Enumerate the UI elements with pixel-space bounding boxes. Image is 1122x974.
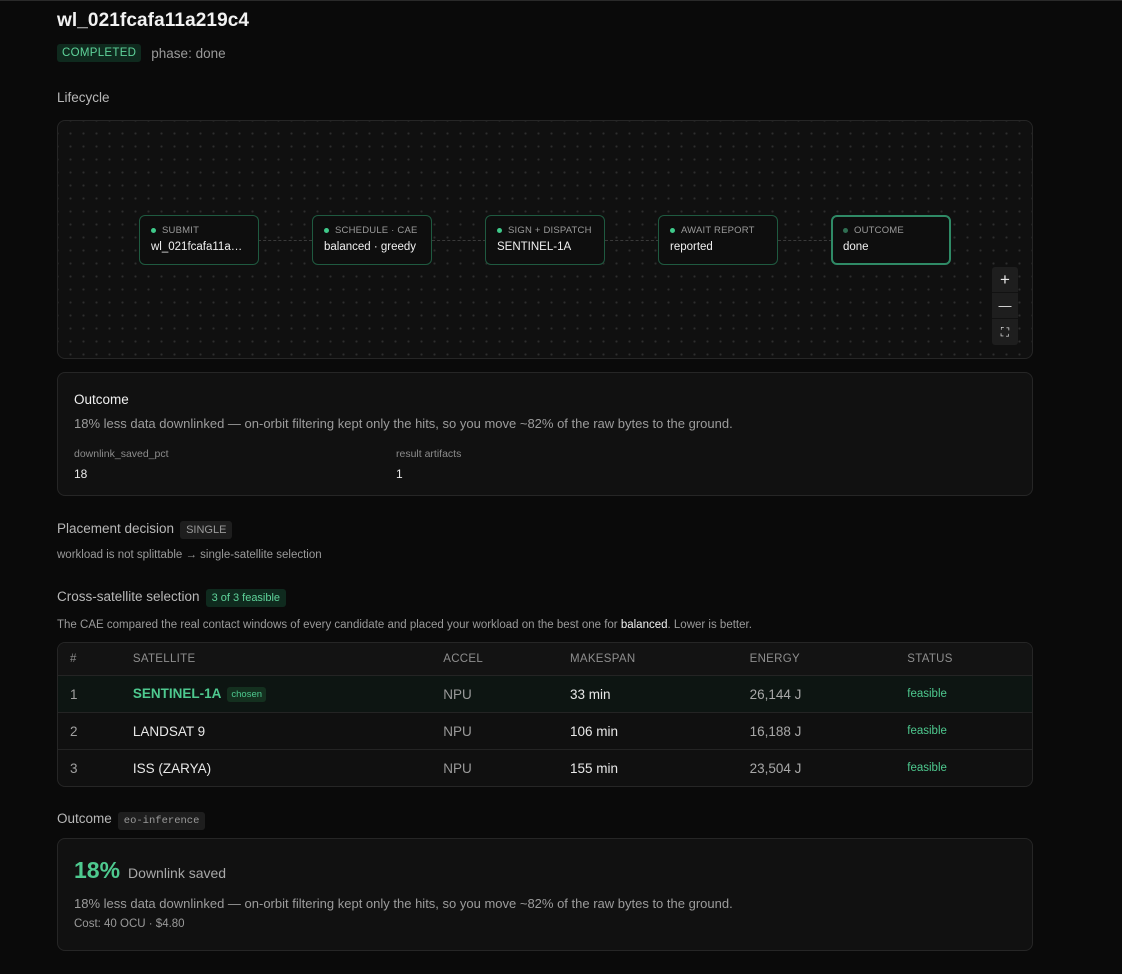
fit-view-button[interactable]: ⛶ bbox=[992, 319, 1018, 345]
node-step-label: SCHEDULE · CAE bbox=[335, 225, 418, 236]
lifecycle-label: Lifecycle bbox=[57, 90, 110, 105]
satellite-cell: LANDSAT 9 bbox=[132, 723, 206, 739]
rank-cell: 3 bbox=[70, 760, 78, 776]
selection-description: The CAE compared the real contact window… bbox=[57, 619, 752, 631]
placement-tag: SINGLE bbox=[180, 521, 233, 539]
status-dot bbox=[151, 228, 156, 233]
node-schedule[interactable]: SCHEDULE · CAE balanced · greedy bbox=[312, 215, 432, 265]
status-dot bbox=[324, 228, 329, 233]
column-header: SATELLITE bbox=[132, 653, 196, 665]
edge-await-outcome bbox=[778, 240, 832, 241]
outcome-summary-label: Outcome bbox=[57, 811, 112, 826]
makespan-cell: 155 min bbox=[569, 760, 618, 776]
node-await-report[interactable]: AWAIT REPORT reported bbox=[658, 215, 778, 265]
node-value: balanced · greedy bbox=[324, 241, 417, 253]
satellite-cell: ISS (ZARYA) bbox=[132, 760, 212, 776]
node-value: done bbox=[843, 241, 869, 253]
metric-label: result artifacts bbox=[396, 448, 462, 460]
node-step-label: SUBMIT bbox=[162, 225, 200, 236]
outcome-card: Outcome 18% less data downlinked — on-or… bbox=[57, 372, 1033, 496]
column-header: ACCEL bbox=[443, 653, 484, 665]
selection-desc-suffix: . Lower is better. bbox=[667, 619, 752, 631]
column-header: STATUS bbox=[907, 653, 953, 665]
column-header: MAKESPAN bbox=[569, 653, 636, 665]
status-row: COMPLETED phase: done bbox=[57, 44, 226, 62]
makespan-cell: 33 min bbox=[569, 686, 611, 702]
outcome-metrics: downlink_saved_pct 18 result artifacts 1 bbox=[74, 448, 1016, 481]
metric-label: downlink_saved_pct bbox=[74, 448, 169, 460]
workload-type-tag: eo-inference bbox=[117, 812, 206, 830]
status-dot bbox=[497, 228, 502, 233]
edge-submit-schedule bbox=[258, 240, 312, 241]
metric: downlink_saved_pct 18 bbox=[74, 448, 396, 481]
page-title: wl_021fcafa11a219c4 bbox=[57, 10, 250, 31]
energy-cell: 23,504 J bbox=[749, 760, 802, 776]
node-sign-dispatch[interactable]: SIGN + DISPATCH SENTINEL-1A bbox=[485, 215, 605, 265]
status-badge: COMPLETED bbox=[57, 44, 142, 62]
node-step-label: OUTCOME bbox=[854, 225, 904, 236]
status-dot bbox=[670, 228, 675, 233]
feasible-count-badge: 3 of 3 feasible bbox=[205, 589, 287, 607]
column-header: # bbox=[70, 653, 77, 665]
outcome-card-title: Outcome bbox=[74, 392, 129, 407]
status-cell: feasible bbox=[907, 725, 947, 737]
rank-cell: 1 bbox=[70, 686, 78, 702]
zoom-in-button[interactable]: + bbox=[992, 267, 1018, 293]
placement-label: Placement decision bbox=[57, 521, 175, 536]
table-header: # SATELLITE ACCEL MAKESPAN ENERGY STATUS bbox=[58, 643, 1032, 675]
node-value: reported bbox=[670, 241, 713, 253]
node-outcome[interactable]: OUTCOME done bbox=[831, 215, 951, 265]
table-row[interactable]: 3 ISS (ZARYA) NPU 155 min 23,504 J feasi… bbox=[58, 749, 1032, 786]
satellite-table: # SATELLITE ACCEL MAKESPAN ENERGY STATUS… bbox=[57, 642, 1033, 787]
edge-schedule-dispatch bbox=[432, 240, 486, 241]
satellite-name: SENTINEL-1A bbox=[132, 686, 222, 702]
outcome-summary-card: 18% Downlink saved 18% less data downlin… bbox=[57, 838, 1033, 951]
node-value: wl_021fcafa11a219c4 bbox=[151, 241, 247, 253]
satellite-cell: SENTINEL-1A chosen bbox=[133, 686, 443, 702]
edge-dispatch-await bbox=[605, 240, 659, 241]
metric: result artifacts 1 bbox=[396, 448, 461, 481]
status-dot bbox=[843, 228, 848, 233]
downlink-saved-value: 18% bbox=[74, 857, 121, 883]
table-row[interactable]: 2 LANDSAT 9 NPU 106 min 16,188 J feasibl… bbox=[58, 712, 1032, 749]
node-step-label: AWAIT REPORT bbox=[681, 225, 755, 236]
zoom-out-button[interactable]: — bbox=[992, 293, 1018, 319]
node-value: SENTINEL-1A bbox=[497, 241, 572, 253]
phase-text: phase: done bbox=[151, 45, 226, 61]
node-submit[interactable]: SUBMIT wl_021fcafa11a219c4 bbox=[139, 215, 259, 265]
outcome-card-description: 18% less data downlinked — on-orbit filt… bbox=[74, 416, 733, 431]
placement-heading: Placement decision SINGLE bbox=[57, 521, 233, 539]
table-row[interactable]: 1 SENTINEL-1A chosen NPU 33 min 26,144 J … bbox=[58, 675, 1032, 712]
zoom-controls: + — ⛶ bbox=[992, 267, 1018, 345]
placement-description: workload is not splittable → single-sate… bbox=[57, 549, 322, 561]
downlink-saved-row: 18% Downlink saved bbox=[74, 857, 1016, 884]
accel-cell: NPU bbox=[443, 686, 472, 702]
energy-cell: 26,144 J bbox=[749, 686, 802, 702]
lifecycle-canvas[interactable]: SUBMIT wl_021fcafa11a219c4 SCHEDULE · CA… bbox=[57, 120, 1033, 359]
energy-cell: 16,188 J bbox=[749, 723, 802, 739]
rank-cell: 2 bbox=[70, 723, 78, 739]
selection-heading: Cross-satellite selection 3 of 3 feasible bbox=[57, 589, 287, 607]
accel-cell: NPU bbox=[443, 760, 472, 776]
selection-desc-text: The CAE compared the real contact window… bbox=[57, 619, 621, 631]
metric-value: 18 bbox=[74, 467, 88, 481]
cost-text: Cost: 40 OCU · $4.80 bbox=[74, 918, 185, 930]
selection-label: Cross-satellite selection bbox=[57, 589, 200, 604]
status-cell: feasible bbox=[907, 762, 947, 774]
downlink-saved-label: Downlink saved bbox=[128, 865, 227, 881]
outcome-summary-heading: Outcome eo-inference bbox=[57, 811, 206, 830]
node-step-label: SIGN + DISPATCH bbox=[508, 225, 592, 236]
accel-cell: NPU bbox=[443, 723, 472, 739]
selection-desc-emphasis: balanced bbox=[620, 619, 668, 631]
outcome-summary-description: 18% less data downlinked — on-orbit filt… bbox=[74, 896, 733, 911]
makespan-cell: 106 min bbox=[569, 723, 618, 739]
chosen-badge: chosen bbox=[227, 686, 267, 702]
column-header: ENERGY bbox=[749, 653, 800, 665]
metric-value: 1 bbox=[396, 467, 403, 481]
status-cell: feasible bbox=[907, 688, 947, 700]
